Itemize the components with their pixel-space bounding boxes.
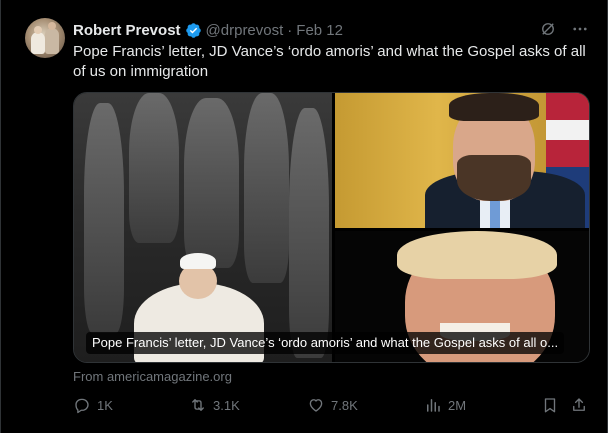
- like-button[interactable]: 7.8K: [307, 396, 358, 414]
- card-source[interactable]: From americamagazine.org: [73, 369, 232, 384]
- display-name[interactable]: Robert Prevost: [73, 22, 181, 39]
- bookmark-button[interactable]: [541, 396, 559, 414]
- share-button[interactable]: [570, 396, 588, 414]
- views-count: 2M: [448, 397, 467, 413]
- more-options-icon[interactable]: [571, 20, 589, 38]
- tweet-container: Robert Prevost @drprevost · Feb 12 Pope …: [0, 0, 608, 433]
- avatar-head: [48, 22, 56, 30]
- repost-icon: [192, 399, 204, 411]
- views-chart-icon: [427, 399, 440, 412]
- repost-button[interactable]: 3.1K: [189, 396, 240, 414]
- vance-portrait-image: [335, 93, 589, 228]
- avatar-figure: [45, 28, 59, 54]
- avatar-figure: [31, 32, 45, 54]
- action-bar: 1K 3.1K 7.8K 2M: [73, 396, 593, 418]
- avatar[interactable]: [25, 18, 65, 58]
- separator-dot: ·: [287, 21, 293, 39]
- user-handle[interactable]: @drprevost: [206, 22, 284, 39]
- bookmark-icon: [544, 398, 556, 413]
- heart-icon: [309, 399, 323, 412]
- verified-badge-icon: [185, 22, 202, 39]
- pope-statue-image: [74, 93, 332, 362]
- link-card[interactable]: Pope Francis’ letter, JD Vance’s ‘ordo a…: [73, 92, 590, 363]
- grok-icon[interactable]: [539, 20, 557, 38]
- reply-icon: [75, 398, 89, 414]
- card-caption: Pope Francis’ letter, JD Vance’s ‘ordo a…: [86, 332, 565, 354]
- reply-button[interactable]: 1K: [73, 396, 113, 414]
- tweet-header: Robert Prevost @drprevost · Feb 12: [73, 20, 343, 40]
- top-actions: [539, 20, 589, 38]
- tweet-date[interactable]: Feb 12: [296, 22, 343, 39]
- views-button[interactable]: 2M: [424, 396, 466, 414]
- reply-count: 1K: [97, 397, 113, 413]
- like-count: 7.8K: [331, 397, 358, 413]
- avatar-head: [34, 26, 42, 34]
- repost-count: 3.1K: [213, 397, 240, 413]
- tweet-text: Pope Francis’ letter, JD Vance’s ‘ordo a…: [73, 43, 586, 80]
- share-icon: [573, 398, 585, 411]
